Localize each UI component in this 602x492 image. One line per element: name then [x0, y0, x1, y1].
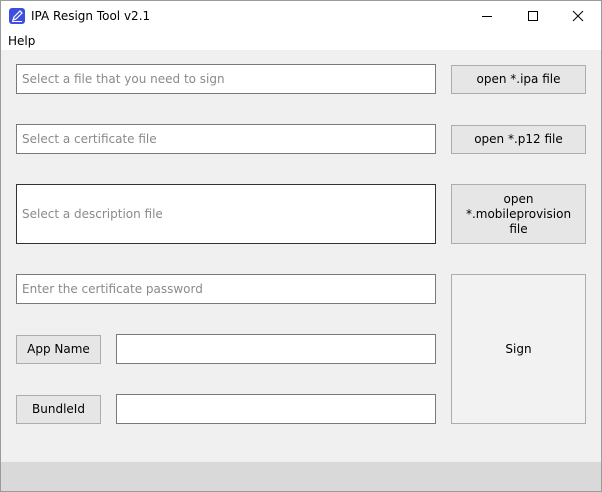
bundle-id-label-button[interactable]: BundleId: [16, 395, 101, 424]
minimize-button[interactable]: [464, 1, 510, 31]
menu-bar: Help: [1, 31, 601, 50]
description-file-field[interactable]: Select a description file: [16, 184, 436, 244]
status-bar: [1, 462, 601, 491]
close-button[interactable]: [555, 1, 601, 31]
description-file-placeholder: Select a description file: [22, 207, 163, 221]
app-name-input[interactable]: [116, 334, 436, 364]
open-p12-button[interactable]: open *.p12 file: [451, 125, 586, 154]
app-window: IPA Resign Tool v2.1 Help Select a file …: [0, 0, 602, 492]
ipa-file-field[interactable]: Select a file that you need to sign: [16, 64, 436, 94]
certificate-file-placeholder: Select a certificate file: [22, 132, 157, 146]
menu-help[interactable]: Help: [8, 33, 35, 49]
open-ipa-button[interactable]: open *.ipa file: [451, 65, 586, 94]
close-icon: [572, 10, 584, 22]
certificate-file-field[interactable]: Select a certificate file: [16, 124, 436, 154]
bundle-id-input[interactable]: [116, 394, 436, 424]
open-mobileprovision-button[interactable]: open *.mobileprovision file: [451, 184, 586, 244]
app-name-label-button[interactable]: App Name: [16, 335, 101, 364]
maximize-button[interactable]: [510, 1, 556, 31]
minimize-icon: [482, 16, 492, 17]
pen-icon: [9, 8, 25, 24]
sign-button[interactable]: Sign: [451, 274, 586, 424]
maximize-icon: [528, 11, 538, 21]
ipa-file-placeholder: Select a file that you need to sign: [22, 72, 225, 86]
window-title: IPA Resign Tool v2.1: [31, 9, 151, 23]
certificate-password-placeholder: Enter the certificate password: [22, 282, 203, 296]
title-bar[interactable]: IPA Resign Tool v2.1: [1, 1, 601, 31]
certificate-password-field[interactable]: Enter the certificate password: [16, 274, 436, 304]
